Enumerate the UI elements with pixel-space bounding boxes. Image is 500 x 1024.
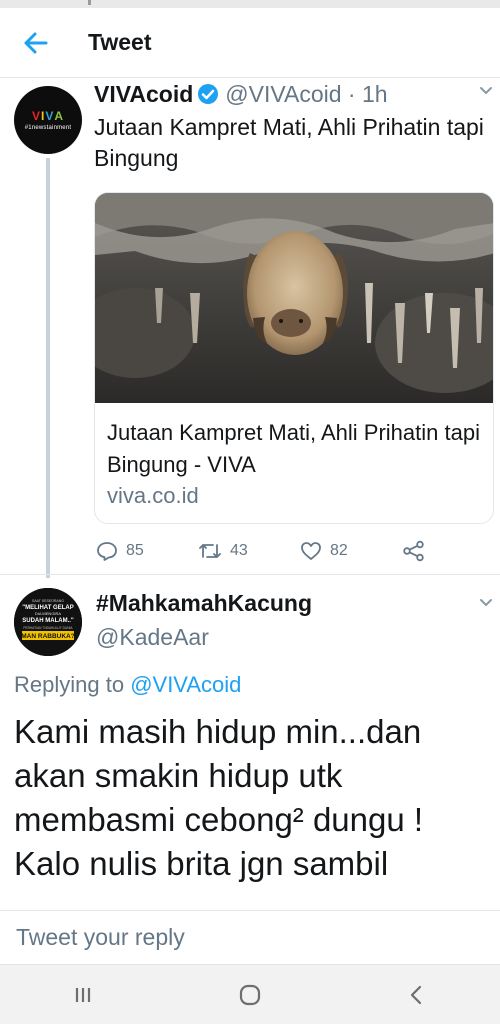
back-nav-button[interactable] xyxy=(377,970,457,1020)
avatar-text: SUDAH MALAM.." xyxy=(22,618,74,624)
tweet-header: VIVAcoid @VIVAcoid · 1h xyxy=(94,78,494,110)
link-card[interactable]: Jutaan Kampret Mati, Ahli Prihatin tapi … xyxy=(94,192,494,524)
replying-prefix: Replying to xyxy=(14,672,131,697)
back-button[interactable] xyxy=(0,8,70,78)
original-tweet[interactable]: V I V A #1newstainment VIVAcoid @VIVAcoi… xyxy=(0,78,500,578)
chevron-down-icon[interactable] xyxy=(478,594,494,615)
viva-logo: V I V A xyxy=(32,109,64,123)
retweet-count: 43 xyxy=(230,542,248,559)
like-count: 82 xyxy=(330,542,348,559)
reply-count: 85 xyxy=(126,542,144,559)
avatar-text: DIA MENGIRA xyxy=(35,611,62,616)
top-header: Tweet xyxy=(0,8,500,78)
retweet-button[interactable]: 43 xyxy=(198,536,248,566)
like-button[interactable]: 82 xyxy=(300,536,348,566)
reply-button[interactable]: 85 xyxy=(96,536,144,566)
reply-icon xyxy=(97,542,117,561)
status-bar xyxy=(0,0,500,8)
reply-compose-bar xyxy=(0,910,500,964)
home-button[interactable] xyxy=(210,970,290,1020)
chevron-left-icon xyxy=(410,985,421,1004)
avatar[interactable]: SAAT SESEORANG "MELIHAT GELAP DIA MENGIR… xyxy=(14,588,82,656)
page-title: Tweet xyxy=(88,29,152,55)
card-image xyxy=(95,193,493,403)
reply-tweet[interactable]: SAAT SESEORANG "MELIHAT GELAP DIA MENGIR… xyxy=(0,580,500,910)
card-title: Jutaan Kampret Mati, Ahli Prihatin tapi … xyxy=(107,420,480,477)
home-icon xyxy=(239,984,261,1005)
replying-to-link[interactable]: @VIVAcoid xyxy=(130,672,241,697)
author-name[interactable]: VIVAcoid xyxy=(94,81,193,108)
author-handle: @KadeAar xyxy=(96,624,209,650)
logo-letter: A xyxy=(54,109,65,123)
system-nav-bar xyxy=(0,964,500,1024)
heart-icon xyxy=(301,542,321,560)
tweet-actions: 85 43 82 xyxy=(94,536,494,566)
card-domain: viva.co.id xyxy=(107,483,199,508)
avatar[interactable]: V I V A #1newstainment xyxy=(14,86,82,154)
arrow-left-icon xyxy=(24,32,48,53)
recent-apps-icon xyxy=(76,987,91,1002)
status-indicator xyxy=(88,0,91,5)
avatar-text: MAN RABBUKA? xyxy=(21,633,74,640)
logo-letter: V xyxy=(31,109,41,123)
share-button[interactable] xyxy=(402,536,426,566)
logo-letter: V xyxy=(45,109,55,123)
recent-apps-button[interactable] xyxy=(43,970,123,1020)
share-icon xyxy=(403,540,424,562)
tweet-text: Jutaan Kampret Mati, Ahli Prihatin tapi … xyxy=(94,114,484,171)
divider xyxy=(0,574,500,575)
retweet-icon xyxy=(199,544,221,558)
replying-to: Replying to @VIVAcoid xyxy=(14,672,241,698)
avatar-text: SAAT SESEORANG xyxy=(32,599,64,603)
thread-line xyxy=(46,158,50,578)
chevron-down-icon[interactable] xyxy=(478,82,494,103)
author-handle: @VIVAcoid · 1h xyxy=(225,80,388,107)
reply-input[interactable] xyxy=(16,924,496,951)
author-name[interactable]: #MahkamahKacung xyxy=(96,590,312,617)
reply-text: Kami masih hidup min...dan akan smakin h… xyxy=(14,713,424,882)
avatar-text: PERHATIAN "DIDAHULUI" DUNIA xyxy=(23,626,73,630)
verified-badge-icon xyxy=(197,83,219,105)
avatar-tagline: #1newstainment xyxy=(24,125,72,131)
